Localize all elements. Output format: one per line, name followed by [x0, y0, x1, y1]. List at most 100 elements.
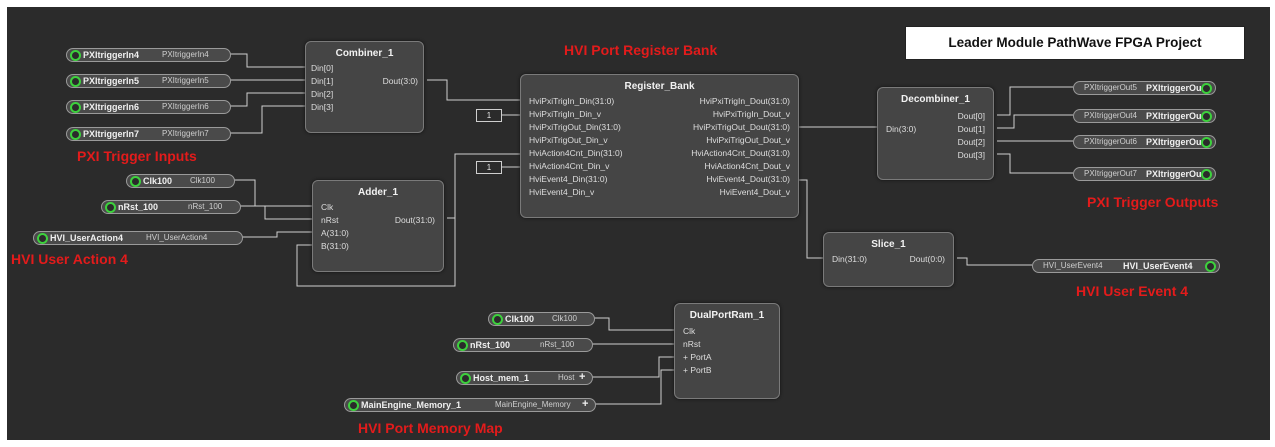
port-name: PXItriggerOut6: [1146, 137, 1210, 147]
plus-icon: +: [582, 398, 589, 410]
block-output-port: Dout(3:0): [382, 76, 418, 86]
pxi-in-port-4[interactable]: PXItriggerIn4 PXItriggerIn4: [66, 48, 231, 62]
user-action-port[interactable]: HVI_UserAction4 HVI_UserAction4: [33, 231, 243, 245]
port-ring-icon: [105, 201, 116, 213]
block-input-port: HviAction4Cnt_Din(31:0): [529, 148, 623, 158]
port-ring-icon: [492, 313, 503, 325]
pxi-in-port-6[interactable]: PXItriggerIn6 PXItriggerIn6: [66, 100, 231, 114]
block-input-port: A(31:0): [321, 228, 349, 238]
block-output-port: Dout[1]: [957, 124, 985, 134]
nrst100-port[interactable]: nRst_100 nRst_100: [101, 200, 241, 214]
block-input-port: + PortB: [683, 365, 712, 375]
port-alias: PXItriggerIn5: [162, 76, 209, 85]
block-title: Slice_1: [871, 239, 906, 250]
constant-box[interactable]: 1: [476, 161, 502, 174]
block-title: Combiner_1: [335, 48, 394, 59]
port-alias: PXItriggerIn4: [162, 50, 209, 59]
wires: [229, 53, 1073, 405]
pxi-in-port-5[interactable]: PXItriggerIn5 PXItriggerIn5: [66, 74, 231, 88]
block-input-port: Din[2]: [311, 89, 334, 99]
port-alias: PXItriggerOut7: [1084, 169, 1137, 178]
ram-nrst100-port[interactable]: nRst_100 nRst_100: [453, 338, 593, 352]
port-name: HVI_UserAction4: [50, 233, 124, 243]
block-output-port: Dout(31:0): [394, 215, 435, 225]
block-input-port: nRst: [683, 339, 701, 349]
port-ring-icon: [460, 372, 471, 384]
port-ring-icon: [1205, 260, 1216, 272]
port-ring-icon: [1201, 168, 1212, 180]
label-user-action: HVI User Action 4: [11, 251, 128, 267]
combiner-block[interactable]: Combiner_1 Din[0] Din[1] Din[2] Din[3] D…: [305, 41, 424, 133]
port-alias: HVI_UserEvent4: [1043, 261, 1103, 270]
port-ring-icon: [1201, 82, 1212, 94]
user-event-port[interactable]: HVI_UserEvent4 HVI_UserEvent4: [1032, 259, 1220, 273]
block-output-port: HviPxiTrigIn_Dout(31:0): [699, 96, 790, 106]
block-input-port: HviPxiTrigIn_Din(31:0): [529, 96, 615, 106]
clk100-port[interactable]: Clk100 Clk100: [126, 174, 235, 188]
ram-clk100-port[interactable]: Clk100 Clk100: [488, 312, 595, 326]
port-name: PXItriggerOut4: [1146, 111, 1210, 121]
host-mem-port[interactable]: Host_mem_1 Host +: [456, 371, 593, 385]
block-output-port: HviPxiTrigOut_Dout(31:0): [693, 122, 790, 132]
port-ring-icon: [1201, 110, 1212, 122]
pxi-out-port-7[interactable]: PXItriggerOut7 PXItriggerOut7: [1073, 167, 1216, 181]
port-name: PXItriggerIn7: [83, 129, 140, 139]
port-name: HVI_UserEvent4: [1123, 261, 1193, 271]
block-input-port: HviEvent4_Din_v: [529, 187, 595, 197]
block-output-port: Dout[3]: [957, 150, 985, 160]
pxi-in-port-7[interactable]: PXItriggerIn7 PXItriggerIn7: [66, 127, 231, 141]
port-alias: nRst_100: [540, 340, 575, 349]
adder-block[interactable]: Adder_1 Clk nRst A(31:0) B(31:0) Dout(31…: [312, 180, 444, 272]
block-input-port: + PortA: [683, 352, 712, 362]
block-input-port: nRst: [321, 215, 339, 225]
project-title: Leader Module PathWave FPGA Project: [948, 35, 1202, 50]
port-ring-icon: [70, 101, 81, 113]
port-name: MainEngine_Memory_1: [361, 400, 462, 410]
block-input-port: HviPxiTrigOut_Din_v: [529, 135, 608, 145]
port-name: PXItriggerOut7: [1146, 169, 1210, 179]
port-alias: Clk100: [190, 176, 215, 185]
port-alias: Clk100: [552, 314, 577, 323]
port-alias: HVI_UserAction4: [146, 233, 208, 242]
decombiner-block[interactable]: Decombiner_1 Din(3:0) Dout[0] Dout[1] Do…: [877, 87, 994, 180]
block-input-port: Din(31:0): [832, 254, 867, 264]
port-alias: PXItriggerIn6: [162, 102, 209, 111]
diagram-canvas: Leader Module PathWave FPGA Project HVI …: [7, 7, 1270, 440]
pxi-out-port-6[interactable]: PXItriggerOut6 PXItriggerOut6: [1073, 135, 1216, 149]
port-label: PortA: [690, 352, 712, 362]
port-ring-icon: [37, 232, 48, 244]
block-output-port: Dout[2]: [957, 137, 985, 147]
block-input-port: Din[0]: [311, 63, 334, 73]
port-alias: PXItriggerOut6: [1084, 137, 1137, 146]
label-pxi-inputs: PXI Trigger Inputs: [77, 148, 197, 164]
plus-icon: +: [579, 371, 586, 383]
block-input-port: HviEvent4_Din(31:0): [529, 174, 608, 184]
title-box: Leader Module PathWave FPGA Project: [905, 26, 1245, 60]
main-engine-memory-port[interactable]: MainEngine_Memory_1 MainEngine_Memory +: [344, 398, 596, 412]
port-name: nRst_100: [470, 340, 511, 350]
port-name: Clk100: [143, 176, 173, 186]
port-name: nRst_100: [118, 202, 159, 212]
constant-box[interactable]: 1: [476, 109, 502, 122]
register-bank-block[interactable]: Register_Bank HviPxiTrigIn_Din(31:0) Hvi…: [520, 74, 799, 218]
dual-port-ram-block[interactable]: DualPortRam_1 Clk nRst + PortA + PortB: [674, 303, 780, 399]
pxi-out-port-5[interactable]: PXItriggerOut5 PXItriggerOut5: [1073, 81, 1216, 95]
port-name: PXItriggerIn6: [83, 102, 140, 112]
block-output-port: HviAction4Cnt_Dout(31:0): [691, 148, 790, 158]
block-input-port: Din(3:0): [886, 124, 917, 134]
label-register-bank: HVI Port Register Bank: [564, 42, 718, 58]
block-title: DualPortRam_1: [689, 310, 765, 321]
port-ring-icon: [1201, 136, 1212, 148]
label-user-event: HVI User Event 4: [1076, 283, 1189, 299]
label-pxi-outputs: PXI Trigger Outputs: [1087, 194, 1219, 210]
block-title: Decombiner_1: [901, 94, 970, 105]
port-name: PXItriggerOut5: [1146, 83, 1210, 93]
port-ring-icon: [130, 175, 141, 187]
block-output-port: Dout[0]: [957, 111, 985, 121]
block-title: Adder_1: [357, 187, 398, 198]
block-output-port: HviAction4Cnt_Dout_v: [704, 161, 790, 171]
block-input-port: HviAction4Cnt_Din_v: [529, 161, 610, 171]
slice-block[interactable]: Slice_1 Din(31:0) Dout(0:0): [823, 232, 954, 287]
pxi-out-port-4[interactable]: PXItriggerOut4 PXItriggerOut4: [1073, 109, 1216, 123]
port-name: PXItriggerIn4: [83, 50, 140, 60]
